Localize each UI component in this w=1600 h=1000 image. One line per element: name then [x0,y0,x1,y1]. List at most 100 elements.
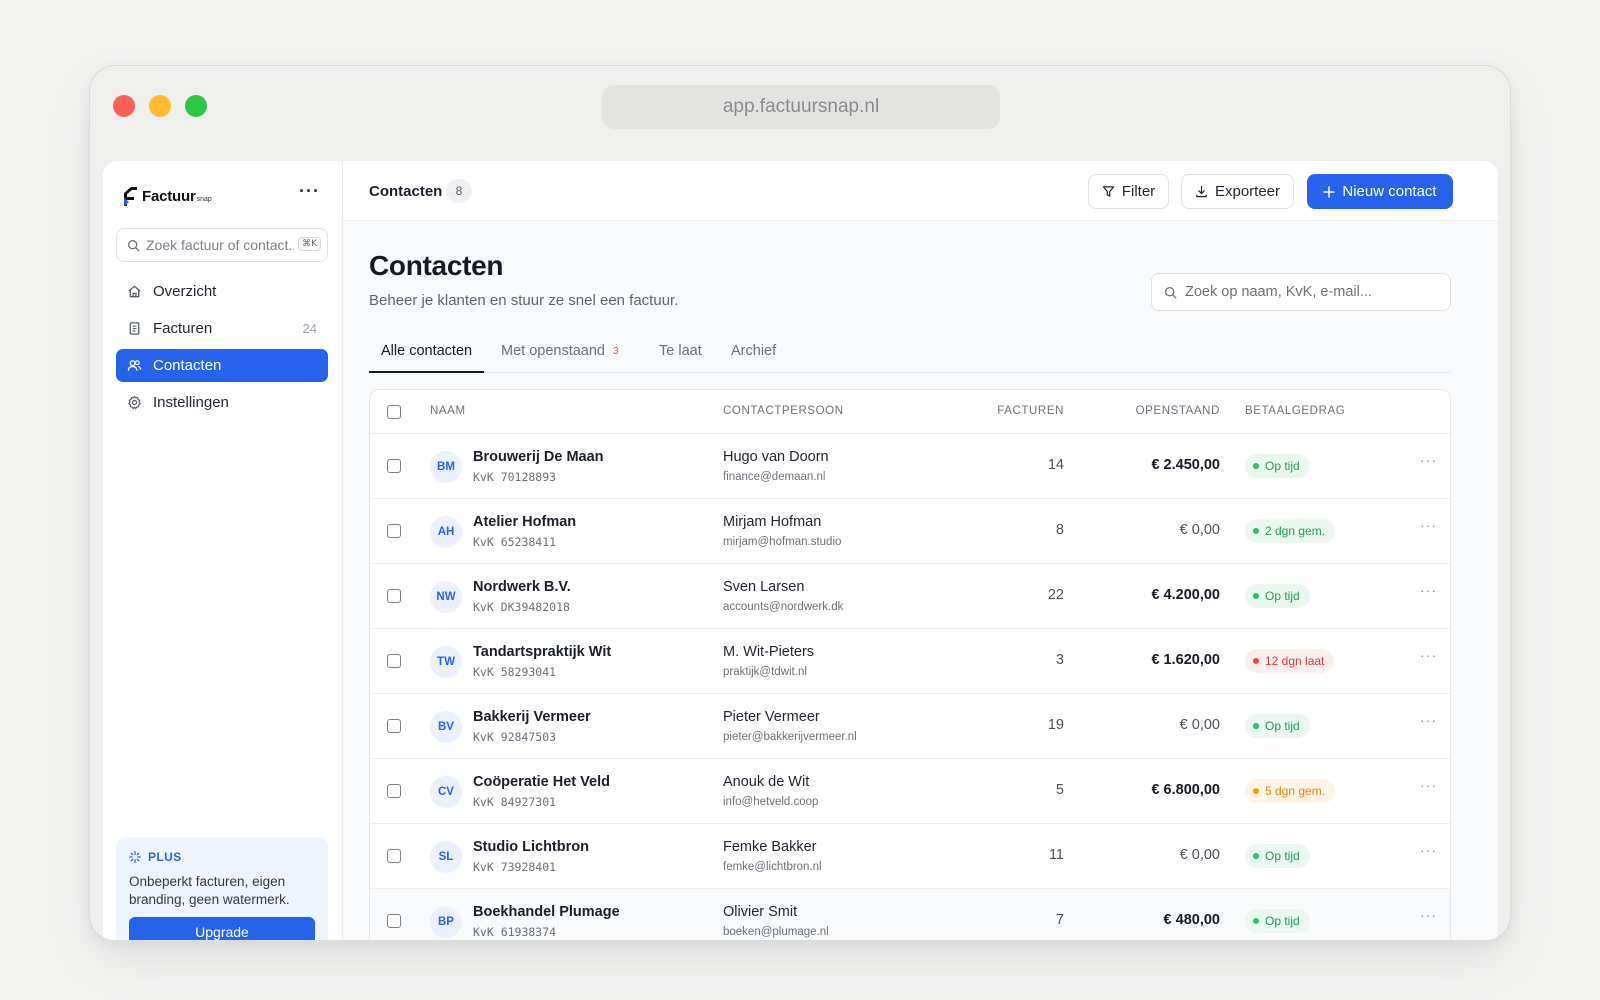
status-dot [1253,723,1259,729]
sidebar-item-overzicht[interactable]: Overzicht [116,275,328,308]
contact-name[interactable]: Bakkerij Vermeer [473,709,591,725]
kvk-number: KvK 84927301 [473,795,557,809]
table-row[interactable]: BP Boekhandel Plumage KvK 61938374 Olivi… [370,889,1450,940]
row-checkbox[interactable] [387,849,401,863]
close-window-button[interactable] [113,95,135,117]
contact-name[interactable]: Atelier Hofman [473,514,576,530]
row-more-button[interactable]: ··· [1420,452,1437,468]
tab-label: Archief [731,343,777,359]
row-checkbox[interactable] [387,589,401,603]
sidebar-item-facturen[interactable]: Facturen 24 [116,312,328,345]
home-icon [126,284,142,300]
contact-name[interactable]: Studio Lichtbron [473,839,589,855]
export-button[interactable]: Exporteer [1181,174,1294,209]
column-header-facturen[interactable]: FACTUREN [997,405,1064,417]
contact-email: femke@lichtbron.nl [723,861,822,873]
avatar: TW [430,646,462,678]
sidebar-item-label: Instellingen [153,394,229,411]
row-more-button[interactable]: ··· [1420,647,1437,663]
sidebar-item-instellingen[interactable]: Instellingen [116,386,328,419]
kvk-number: KvK 65238411 [473,535,557,549]
browser-window: app.factuursnap.nl Factuur snap ··· ⌘K [89,65,1511,941]
contact-person: Pieter Vermeer [723,709,820,725]
brand-suffix: snap [196,195,212,203]
contact-person: Anouk de Wit [723,774,810,790]
column-header-naam[interactable]: NAAM [430,405,466,417]
table-row[interactable]: BM Brouwerij De Maan KvK 70128893 Hugo v… [370,434,1450,499]
row-more-button[interactable]: ··· [1420,842,1437,858]
new-contact-button[interactable]: Nieuw contact [1307,174,1453,209]
tab-met-openstaand[interactable]: Met openstaand 3 [489,331,631,373]
maximize-window-button[interactable] [185,95,207,117]
contact-name[interactable]: Boekhandel Plumage [473,904,620,920]
contact-name[interactable]: Nordwerk B.V. [473,579,571,595]
main-content: Contacten 8 Filter Exporteer Nieuw conta… [343,161,1498,940]
table-row[interactable]: SL Studio Lichtbron KvK 73928401 Femke B… [370,824,1450,889]
contact-name[interactable]: Coöperatie Het Veld [473,774,610,790]
plus-description: Onbeperkt facturen, eigen branding, geen… [129,874,290,907]
search-icon [1164,286,1177,298]
contact-name[interactable]: Brouwerij De Maan [473,449,604,465]
column-header-betaalgedrag[interactable]: BETAALGEDRAG [1245,405,1345,417]
row-checkbox[interactable] [387,719,401,733]
table-row[interactable]: AH Atelier Hofman KvK 65238411 Mirjam Ho… [370,499,1450,564]
sidebar-more-button[interactable]: ··· [299,181,320,202]
table-row[interactable]: NW Nordwerk B.V. KvK DK39482018 Sven Lar… [370,564,1450,629]
filter-button[interactable]: Filter [1088,174,1169,209]
row-checkbox[interactable] [387,654,401,668]
sidebar-search[interactable]: ⌘K [116,228,328,262]
select-all-checkbox[interactable] [387,405,401,419]
row-more-button[interactable]: ··· [1420,907,1437,923]
kvk-number: KvK 92847503 [473,730,557,744]
upgrade-button[interactable]: Upgrade [129,917,315,940]
outstanding-amount: € 0,00 [1179,717,1220,733]
table-row[interactable]: BV Bakkerij Vermeer KvK 92847503 Pieter … [370,694,1450,759]
topbar-title: Contacten [369,183,443,200]
avatar: SL [430,841,462,873]
row-more-button[interactable]: ··· [1420,582,1437,598]
logo-icon [124,187,137,206]
status-label: 5 dgn gem. [1265,784,1326,798]
contact-person: Mirjam Hofman [723,514,822,530]
address-bar[interactable]: app.factuursnap.nl [602,85,1000,129]
sidebar-search-input[interactable] [146,237,294,253]
tab-te-laat[interactable]: Te laat [647,331,714,373]
invoice-count: 7 [1055,912,1064,928]
row-checkbox[interactable] [387,459,401,473]
contact-email: boeken@plumage.nl [723,926,829,938]
table-row[interactable]: TW Tandartspraktijk Wit KvK 58293041 M. … [370,629,1450,694]
invoice-count: 3 [1055,652,1064,668]
contact-person: Sven Larsen [723,579,805,595]
new-contact-label: Nieuw contact [1342,183,1437,200]
column-header-openstaand[interactable]: OPENSTAAND [1136,405,1220,417]
row-more-button[interactable]: ··· [1420,517,1437,533]
row-more-button[interactable]: ··· [1420,712,1437,728]
status-label: Op tijd [1265,719,1300,733]
contact-email: finance@demaan.nl [723,471,826,483]
tab-archief[interactable]: Archief [719,331,788,373]
avatar: BV [430,711,462,743]
tab-alle-contacten[interactable]: Alle contacten [369,331,485,373]
sidebar-item-label: Overzicht [153,283,217,300]
avatar: AH [430,516,462,548]
column-header-contactpersoon[interactable]: CONTACTPERSOON [723,405,844,417]
status-label: Op tijd [1265,849,1300,863]
status-dot [1253,853,1259,859]
brand-logo[interactable]: Factuur snap [122,183,212,209]
table-row[interactable]: CV Coöperatie Het Veld KvK 84927301 Anou… [370,759,1450,824]
row-checkbox[interactable] [387,784,401,798]
openstaand-badge: 3 [613,346,619,357]
contact-name[interactable]: Tandartspraktijk Wit [473,644,611,660]
row-more-button[interactable]: ··· [1420,777,1437,793]
invoice-count: 11 [1048,847,1064,863]
page-subtitle: Beheer je klanten en stuur ze snel een f… [369,292,679,309]
contact-search-input[interactable] [1185,284,1435,300]
invoice-count: 19 [1047,717,1064,733]
row-checkbox[interactable] [387,524,401,538]
kvk-number: KvK DK39482018 [473,600,570,614]
kvk-number: KvK 61938374 [473,925,557,939]
minimize-window-button[interactable] [149,95,171,117]
row-checkbox[interactable] [387,914,401,928]
contact-search[interactable] [1151,273,1451,311]
sidebar-item-contacten[interactable]: Contacten [116,349,328,382]
